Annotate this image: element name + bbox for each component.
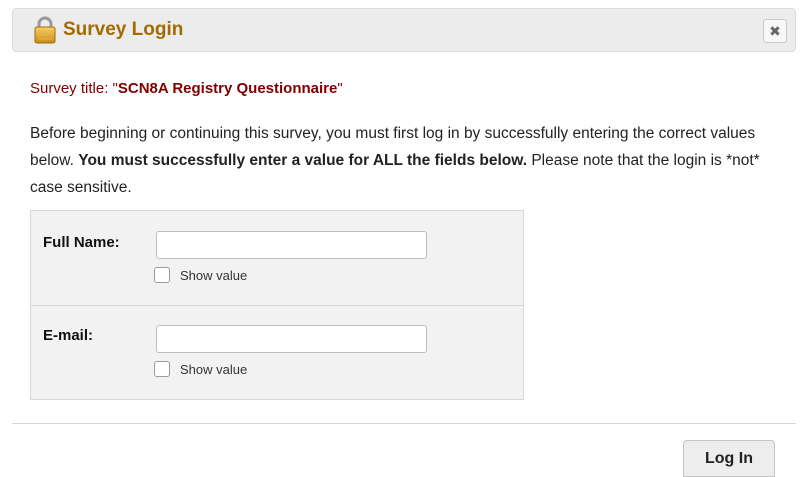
email-label: E-mail: [43, 327, 94, 344]
full-name-label: Full Name: [43, 234, 120, 251]
login-instructions: Before beginning or continuing this surv… [30, 120, 775, 201]
dialog-titlebar: Survey Login ✖ [12, 8, 796, 52]
log-in-button[interactable]: Log In [683, 440, 775, 477]
email-show-value: Show value [154, 361, 247, 377]
dialog-title: Survey Login [63, 19, 184, 40]
full-name-input[interactable] [156, 231, 427, 259]
field-row-full-name: Full Name: Show value [31, 211, 523, 306]
instructions-bold: You must successfully enter a value for … [78, 152, 528, 169]
survey-login-dialog: Survey Login ✖ Survey title: "SCN8A Regi… [0, 0, 804, 477]
close-icon: ✖ [769, 22, 781, 39]
login-form: Full Name: Show value E-mail: Show value [30, 210, 524, 400]
full-name-show-value: Show value [154, 267, 247, 283]
survey-title-name: SCN8A Registry Questionnaire [117, 80, 338, 97]
survey-title-suffix: " [337, 80, 343, 97]
survey-title-prefix: Survey title: " [30, 80, 118, 97]
footer-divider [12, 423, 796, 424]
survey-title: Survey title: "SCN8A Registry Questionna… [30, 80, 343, 97]
close-button[interactable]: ✖ [763, 19, 787, 43]
email-input[interactable] [156, 325, 427, 353]
lock-icon [33, 16, 57, 44]
show-value-label: Show value [180, 267, 248, 283]
email-show-value-checkbox[interactable] [154, 361, 170, 377]
full-name-show-value-checkbox[interactable] [154, 267, 170, 283]
field-row-email: E-mail: Show value [31, 305, 523, 399]
show-value-label: Show value [180, 361, 248, 377]
